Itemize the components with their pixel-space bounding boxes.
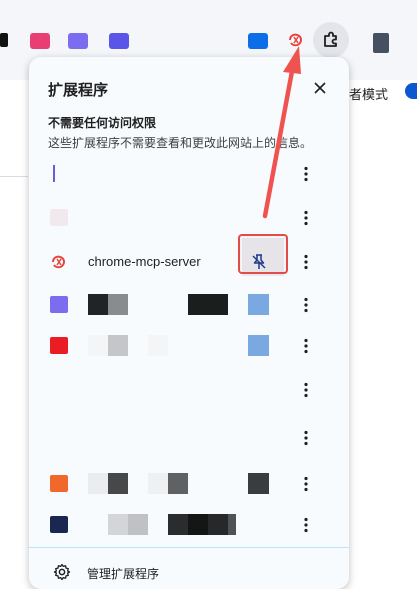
pin-button[interactable] — [248, 294, 269, 315]
extension-name: chrome-mcp-server — [88, 254, 201, 269]
more-vert-icon — [304, 254, 308, 270]
popup-title: 扩展程序 — [48, 82, 109, 99]
redacted-name-block — [188, 294, 228, 315]
puzzle-icon — [324, 31, 337, 47]
more-vert-icon — [304, 166, 308, 182]
extension-row-chrome-mcp-server[interactable]: chrome-mcp-server — [29, 247, 349, 277]
profile-icon[interactable] — [373, 33, 389, 53]
close-icon — [314, 82, 326, 94]
section-title: 不需要任何访问权限 — [48, 116, 157, 130]
page-divider — [0, 176, 28, 177]
extension-icon — [50, 296, 68, 313]
redacted-name-block — [88, 294, 108, 315]
more-options-button[interactable] — [296, 163, 316, 185]
toolbar-icon-2[interactable] — [68, 33, 88, 49]
toolbar-icon-4[interactable] — [248, 33, 268, 49]
extension-row[interactable] — [29, 510, 349, 540]
more-options-button[interactable] — [296, 379, 316, 401]
pin-button[interactable] — [248, 473, 269, 494]
redacted-name-block — [108, 294, 128, 315]
redacted-name-block — [108, 514, 128, 535]
redacted-name-block — [208, 514, 228, 535]
extension-row[interactable] — [29, 203, 349, 233]
toolbar-icon-3[interactable] — [109, 33, 129, 49]
more-options-button[interactable] — [296, 207, 316, 229]
more-vert-icon — [304, 210, 308, 226]
pin-button[interactable] — [250, 253, 271, 274]
redacted-name-block — [88, 473, 108, 494]
more-options-button[interactable] — [296, 427, 316, 449]
extension-icon — [50, 475, 68, 492]
redacted-name-block — [148, 473, 168, 494]
footer-divider — [29, 547, 349, 548]
manage-extensions-label: 管理扩展程序 — [87, 567, 160, 581]
extension-icon — [53, 165, 55, 182]
extension-row[interactable] — [29, 469, 349, 499]
gear-icon — [53, 563, 71, 581]
chrome-mcp-server-icon — [50, 253, 68, 271]
extension-row[interactable] — [29, 423, 349, 453]
extension-row[interactable] — [29, 375, 349, 405]
redacted-name-block — [188, 514, 208, 535]
more-options-button[interactable] — [296, 294, 316, 316]
more-vert-icon — [304, 476, 308, 492]
more-vert-icon — [304, 297, 308, 313]
extension-row[interactable] — [29, 290, 349, 320]
more-options-button[interactable] — [296, 335, 316, 357]
more-vert-icon — [304, 338, 308, 354]
extension-icon — [50, 337, 68, 354]
redacted-name-block — [128, 514, 148, 535]
pin-button[interactable] — [248, 335, 269, 356]
more-vert-icon — [304, 517, 308, 533]
close-button[interactable] — [307, 75, 333, 101]
toolbar-icon-1[interactable] — [30, 33, 50, 49]
developer-mode-toggle[interactable] — [405, 83, 417, 99]
redacted-name-block — [108, 335, 128, 356]
toolbar-cut-icon[interactable] — [0, 33, 8, 47]
unpin-icon — [252, 254, 266, 269]
extensions-puzzle-button[interactable] — [313, 22, 349, 58]
redacted-name-block — [228, 514, 236, 535]
extension-icon — [50, 516, 68, 533]
extension-row[interactable] — [29, 159, 349, 189]
more-options-button[interactable] — [296, 251, 316, 273]
manage-extensions-link[interactable]: 管理扩展程序 — [29, 557, 349, 587]
redacted-name-block — [88, 335, 108, 356]
chrome-mcp-server-toolbar-icon[interactable] — [287, 31, 305, 49]
extension-icon — [50, 209, 68, 226]
section-description: 这些扩展程序不需要查看和更改此网站上的信息。 — [48, 136, 313, 150]
redacted-name-block — [168, 514, 188, 535]
more-options-button[interactable] — [296, 473, 316, 495]
more-vert-icon — [304, 430, 308, 446]
extensions-popup: 扩展程序 不需要任何访问权限 这些扩展程序不需要查看和更改此网站上的信息。 ch… — [29, 57, 349, 589]
developer-mode-label: 者模式 — [349, 87, 389, 102]
more-options-button[interactable] — [296, 514, 316, 536]
redacted-name-block — [168, 473, 188, 494]
redacted-name-block — [108, 473, 128, 494]
extension-row[interactable] — [29, 331, 349, 361]
more-vert-icon — [304, 382, 308, 398]
redacted-name-block — [148, 335, 168, 356]
